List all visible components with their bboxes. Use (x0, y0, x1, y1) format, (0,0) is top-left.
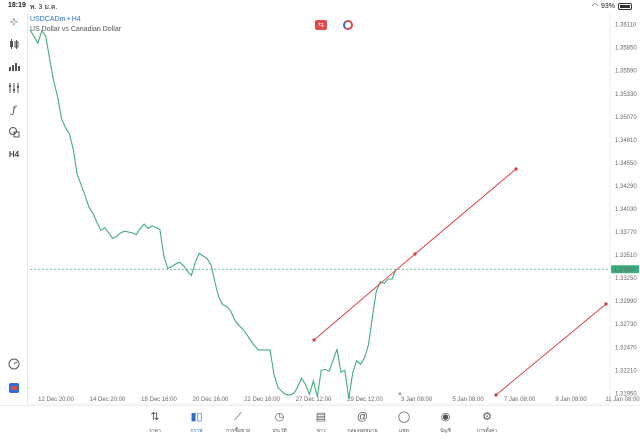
price-tick-label: 1.36110 (615, 23, 637, 29)
price-tick-label: 1.33510 (615, 253, 637, 259)
nav-label: ประวัติ (272, 428, 287, 434)
price-tick-label: 1.34290 (615, 184, 637, 190)
trendline-anchor[interactable] (494, 393, 498, 397)
time-tick-label: 20 Dec 16:00 (193, 397, 229, 403)
chart-icon: ▮▯ (190, 411, 203, 423)
price-tick-label: 1.35330 (615, 92, 637, 98)
trendline[interactable] (495, 303, 607, 396)
nav-item-settings[interactable]: ⚙ การตั้งค่า (467, 410, 507, 435)
time-tick-label: 9 Jan 08:00 (555, 397, 587, 403)
trendline-anchor[interactable] (413, 252, 417, 256)
time-tick-label: 7 Jan 08:00 (504, 397, 536, 403)
nav-label: แชท (399, 428, 409, 434)
mailbox-icon: @ (356, 411, 369, 423)
time-tick-label: 5 Jan 08:00 (452, 397, 484, 403)
time-tick-label: 14 Dec 20:00 (90, 397, 126, 403)
price-tick-label: 1.35590 (615, 69, 637, 75)
trendline-anchor[interactable] (604, 302, 608, 306)
time-tick-label: 22 Dec 16:00 (244, 397, 280, 403)
nav-label: กล่องจดหมาย (347, 428, 378, 434)
price-tick-label: 1.35850 (615, 46, 637, 52)
trendline-anchor[interactable] (312, 338, 316, 342)
trendline-anchor[interactable] (514, 167, 518, 171)
quotes-icon: ⇅ (150, 411, 160, 423)
time-tick-label: 12 Dec 20:00 (38, 397, 74, 403)
price-tick-label: 1.32730 (615, 322, 637, 328)
bottom-nav: ⇅ ราคา ▮▯ กราฟ ⟋ การซื้อขาย ◷ ประวัติ ▤ ข่าว @ กล่อ… (0, 405, 640, 447)
settings-icon: ⚙ (482, 411, 492, 423)
time-axis: 12 Dec 20:00 14 Dec 20:00 18 Dec 16:00 20 D… (38, 397, 640, 403)
time-tick-label: 3 Jan 08:00 (401, 397, 433, 403)
price-tick-label: 1.32210 (615, 368, 637, 374)
news-icon: ▤ (315, 411, 327, 423)
nav-item-chart[interactable]: ▮▯ กราฟ (177, 410, 217, 435)
price-chart[interactable]: 1.36110 1.35850 1.35590 1.35330 1.35070 1.348… (0, 0, 640, 447)
history-icon: ◷ (274, 411, 285, 423)
nav-item-quotes[interactable]: ⇅ ราคา (135, 410, 175, 435)
price-line (29, 29, 397, 399)
time-tick-label: 18 Dec 16:00 (141, 397, 177, 403)
nav-label: การตั้งค่า (476, 428, 498, 434)
trendlines (312, 167, 608, 397)
nav-item-news[interactable]: ▤ ข่าว (301, 410, 341, 435)
nav-label: บัญชี (440, 428, 451, 434)
chat-icon: ◯ (397, 411, 411, 423)
current-price-label: 1.33350 (614, 267, 636, 273)
price-tick-label: 1.33250 (615, 276, 637, 282)
trade-icon: ⟋ (234, 411, 242, 423)
account-icon: ◉ (440, 411, 451, 423)
nav-label: ราคา (149, 428, 161, 434)
price-tick-label: 1.35070 (615, 115, 637, 121)
nav-item-chat[interactable]: ◯ แชท (384, 410, 424, 435)
nav-item-history[interactable]: ◷ ประวัติ (260, 410, 300, 435)
nav-label: กราฟ (190, 428, 203, 434)
price-axis: 1.36110 1.35850 1.35590 1.35330 1.35070 1.348… (30, 14, 637, 405)
price-tick-label: 1.33770 (615, 230, 637, 236)
price-tick-label: 1.32470 (615, 345, 637, 351)
price-tick-label: 1.34810 (615, 138, 637, 144)
nav-item-trade[interactable]: ⟋ การซื้อขาย (218, 410, 258, 435)
price-tick-label: 1.32990 (615, 299, 637, 305)
price-tick-label: 1.34030 (615, 207, 637, 213)
price-tick-label: 1.34550 (615, 161, 637, 167)
time-tick-label: 27 Dec 12:00 (296, 397, 332, 403)
time-tick-label: 11 Jan 08:00 (605, 397, 640, 403)
nav-item-account[interactable]: ◉ บัญชี (426, 410, 466, 435)
nav-label: ข่าว (316, 428, 326, 434)
scroll-caret-icon[interactable]: ▲ (397, 391, 403, 397)
time-tick-label: 29 Dec 12:00 (347, 397, 383, 403)
nav-item-mailbox[interactable]: @ กล่องจดหมาย (343, 410, 383, 435)
nav-label: การซื้อขาย (225, 428, 251, 434)
